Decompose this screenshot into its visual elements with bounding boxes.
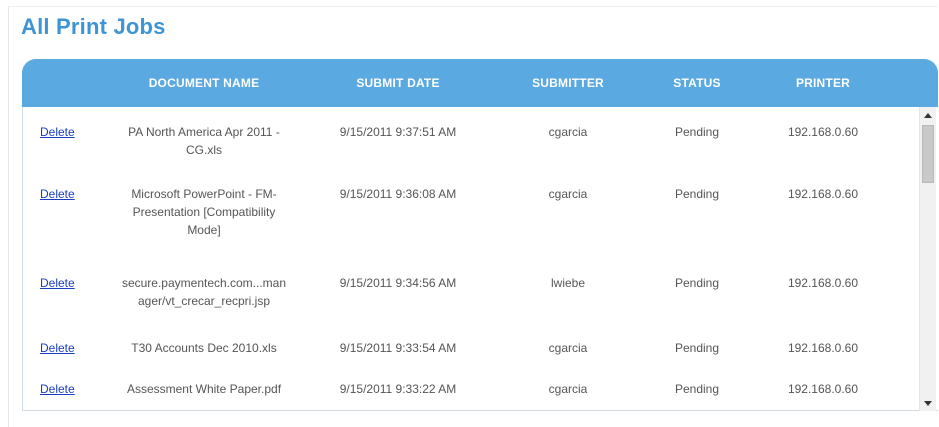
document-name-line: Microsoft PowerPoint - FM- [131,187,277,201]
grid-header: DOCUMENT NAME SUBMIT DATE SUBMITTER STAT… [22,59,938,107]
status-cell: Pending [674,341,720,355]
column-header-printer[interactable]: PRINTER [768,59,878,107]
delete-link[interactable]: Delete [40,380,90,398]
delete-link[interactable]: Delete [40,185,90,203]
document-name-cell: T30 Accounts Dec 2010.xls [104,339,304,357]
document-name-line: ager/vt_crecar_recpri.jsp [137,294,271,308]
printer-cell: 192.168.0.60 [787,341,859,355]
column-header-status[interactable]: STATUS [652,59,742,107]
arrow-up-icon[interactable] [920,107,936,123]
submitter-cell: lwiebe [550,276,586,290]
page-title: All Print Jobs [21,14,166,39]
submit-date-cell: 9/15/2011 9:36:08 AM [339,187,457,201]
submitter-cell: cgarcia [548,187,588,201]
scrollbar-thumb[interactable] [922,125,934,183]
printer-cell: 192.168.0.60 [787,382,859,396]
document-name-cell: PA North America Apr 2011 - CG.xls [104,123,304,159]
status-cell: Pending [674,187,720,201]
delete-link[interactable]: Delete [40,339,90,357]
document-name-cell: secure.paymentech.com...man ager/vt_crec… [104,274,304,310]
document-name-line: T30 Accounts Dec 2010.xls [131,341,277,355]
printer-cell: 192.168.0.60 [787,125,859,139]
status-cell: Pending [674,125,720,139]
document-name-line: PA North America Apr 2011 - [128,125,280,139]
document-name-cell: Microsoft PowerPoint - FM- Presentation … [104,185,304,239]
column-header-document-name[interactable]: DOCUMENT NAME [104,59,304,107]
document-name-line: Mode] [187,223,221,237]
submitter-cell: cgarcia [548,382,588,396]
column-header-submit-date[interactable]: SUBMIT DATE [316,59,480,107]
submit-date-cell: 9/15/2011 9:34:56 AM [339,276,457,290]
submitter-cell: cgarcia [548,125,588,139]
document-name-line: Presentation [Compatibility [132,205,276,219]
document-name-cell: Assessment White Paper.pdf [104,380,304,398]
arrow-down-icon[interactable] [920,395,936,411]
submit-date-cell: 9/15/2011 9:33:22 AM [339,382,457,396]
status-cell: Pending [674,276,720,290]
document-name-line: Assessment White Paper.pdf [126,382,282,396]
delete-link[interactable]: Delete [40,274,90,292]
document-name-line: secure.paymentech.com...man [121,276,287,290]
submitter-cell: cgarcia [548,341,588,355]
submit-date-cell: 9/15/2011 9:37:51 AM [339,125,457,139]
document-name-line: CG.xls [186,143,222,157]
submit-date-cell: 9/15/2011 9:33:54 AM [339,341,457,355]
print-jobs-grid: DOCUMENT NAME SUBMIT DATE SUBMITTER STAT… [22,59,938,427]
delete-link[interactable]: Delete [40,123,90,141]
printer-cell: 192.168.0.60 [787,276,859,290]
vertical-scrollbar[interactable] [919,107,936,411]
column-header-submitter[interactable]: SUBMITTER [508,59,628,107]
printer-cell: 192.168.0.60 [787,187,859,201]
grid-body: Delete PA North America Apr 2011 - CG.xl… [22,107,919,411]
status-cell: Pending [674,382,720,396]
